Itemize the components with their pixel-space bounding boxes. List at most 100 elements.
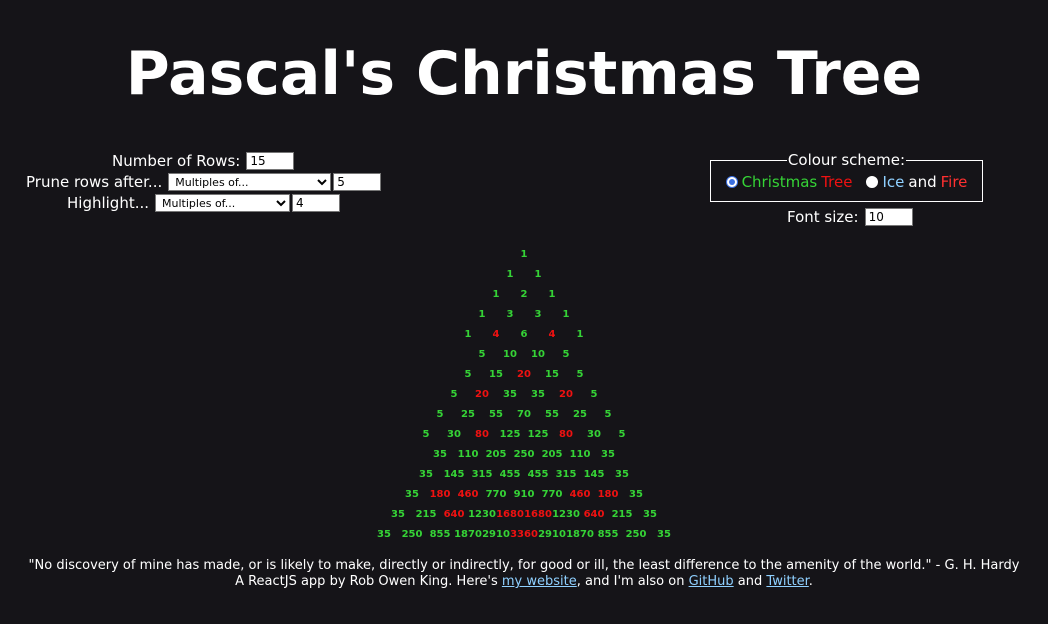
tree-cell: 1 (492, 289, 500, 300)
tree-row: 5 10 10 5 (0, 345, 1048, 365)
tree-cell: 640 (583, 509, 605, 520)
prune-input[interactable] (333, 173, 382, 191)
prune-select[interactable]: Multiples of... (168, 173, 332, 191)
tree-cell: 4 (492, 329, 500, 340)
tree-cell: 250 (513, 449, 535, 460)
pascal-tree: 1 1 1 1 2 1 1 3 3 1 1 4 6 4 1 5 10 10 5 5 15 20 15 5 5 20 35 35 20 5 5… (0, 245, 1048, 545)
tree-cell: 25 (461, 409, 475, 420)
twitter-link[interactable]: Twitter (766, 574, 808, 589)
tree-cell: 35 (615, 469, 629, 480)
christmas-tree-radio[interactable] (725, 176, 738, 188)
tree-cell: 5 (590, 389, 598, 400)
fire-word: Fire (940, 173, 968, 191)
tree-cell: 35 (531, 389, 545, 400)
page-title: Pascal's Christmas Tree (125, 39, 923, 109)
tree-cell: 5 (464, 369, 472, 380)
tree-cell: 1 (520, 249, 528, 260)
highlight-input[interactable] (292, 194, 341, 212)
tree-row: 5 15 20 15 5 (0, 365, 1048, 385)
tree-cell: 35 (419, 469, 433, 480)
tree-cell: 315 (555, 469, 577, 480)
tree-cell: 3 (534, 309, 542, 320)
rows-input[interactable] (246, 152, 295, 170)
prune-control: Prune rows after... Multiples of... (26, 171, 382, 193)
tree-cell: 5 (478, 349, 486, 360)
tree-cell: 6 (520, 329, 528, 340)
quote: "No discovery of mine has made, or is li… (28, 558, 1020, 573)
ice-and-fire-radio[interactable] (866, 176, 879, 188)
tree-cell: 2910 (538, 529, 566, 540)
tree-row: 11 (0, 265, 1048, 285)
tree-cell: 80 (475, 429, 489, 440)
colour-scheme-options: Christmas Tree Ice and Fire (711, 173, 982, 191)
tree-row: 35 250 855 1870 2910 3360 2910 1870 855 250 35 (0, 525, 1048, 545)
rows-label: Number of Rows: (112, 152, 241, 170)
tree-cell: 1680 (524, 509, 552, 520)
tree-cell: 1 (478, 309, 486, 320)
tree-cell: 180 (597, 489, 619, 500)
tree-cell: 125 (527, 429, 549, 440)
tree-row: 1 2 1 (0, 285, 1048, 305)
colour-scheme-legend: Colour scheme: (787, 151, 906, 169)
tree-cell: 770 (485, 489, 507, 500)
tree-cell: 35 (391, 509, 405, 520)
tree-row: 35 215 640 1230 1680 1680 1230 640 215 35 (0, 505, 1048, 525)
tree-cell: 5 (450, 389, 458, 400)
tree-cell: 1230 (468, 509, 496, 520)
ice-word: Ice (882, 173, 905, 191)
credit-prefix: A ReactJS app by Rob Owen King. Here's (235, 574, 498, 589)
footer: "No discovery of mine has made, or is li… (0, 558, 1048, 590)
github-link[interactable]: GitHub (689, 574, 734, 589)
highlight-control: Highlight... Multiples of... (67, 192, 341, 214)
tree-cell: 180 (429, 489, 451, 500)
tree-cell: 3360 (510, 529, 538, 540)
tree-cell: 770 (541, 489, 563, 500)
highlight-select[interactable]: Multiples of... (155, 194, 291, 212)
tree-cell: 5 (576, 369, 584, 380)
tree-cell: 10 (531, 349, 545, 360)
tree-cell: 250 (401, 529, 423, 540)
tree-cell: 315 (471, 469, 493, 480)
tree-cell: 1870 (566, 529, 594, 540)
christmas-word: Christmas (741, 173, 818, 191)
credit-line: A ReactJS app by Rob Owen King. Here's m… (0, 574, 1048, 590)
tree-cell: 455 (499, 469, 521, 480)
tree-cell: 1 (548, 289, 556, 300)
tree-cell: 4 (548, 329, 556, 340)
tree-cell: 5 (436, 409, 444, 420)
website-link[interactable]: my website (502, 574, 577, 589)
tree-cell: 855 (429, 529, 451, 540)
tree-row: 35 145 315 455 455 315 145 35 (0, 465, 1048, 485)
tree-cell: 460 (569, 489, 591, 500)
tree-cell: 110 (569, 449, 591, 460)
tree-cell: 35 (433, 449, 447, 460)
tree-word: Tree (821, 173, 853, 191)
highlight-label: Highlight... (67, 194, 150, 212)
tree-row: 35 110 205 250 205 110 35 (0, 445, 1048, 465)
font-size-input[interactable] (864, 208, 913, 226)
tree-cell: 145 (583, 469, 605, 480)
tree-cell: 110 (457, 449, 479, 460)
tree-cell: 1230 (552, 509, 580, 520)
tree-cell: 1680 (496, 509, 524, 520)
font-size-label: Font size: (787, 208, 859, 226)
tree-cell: 35 (601, 449, 615, 460)
tree-cell: 70 (517, 409, 531, 420)
tree-row: 1 4 6 4 1 (0, 325, 1048, 345)
tree-cell: 20 (559, 389, 573, 400)
tree-cell: 460 (457, 489, 479, 500)
tree-cell: 15 (545, 369, 559, 380)
colour-scheme-fieldset: Colour scheme: Christmas Tree Ice and Fi… (710, 151, 983, 202)
tree-cell: 215 (415, 509, 437, 520)
tree-cell: 15 (489, 369, 503, 380)
tree-cell: 5 (562, 349, 570, 360)
and-text: and (737, 574, 763, 589)
tree-row: 1 (0, 245, 1048, 265)
and-word: and (908, 173, 937, 191)
tree-cell: 205 (485, 449, 507, 460)
tree-cell: 35 (643, 509, 657, 520)
rows-control: Number of Rows: (112, 150, 295, 172)
tree-row: 5 25 55 70 55 25 5 (0, 405, 1048, 425)
tree-cell: 125 (499, 429, 521, 440)
tree-cell: 25 (573, 409, 587, 420)
